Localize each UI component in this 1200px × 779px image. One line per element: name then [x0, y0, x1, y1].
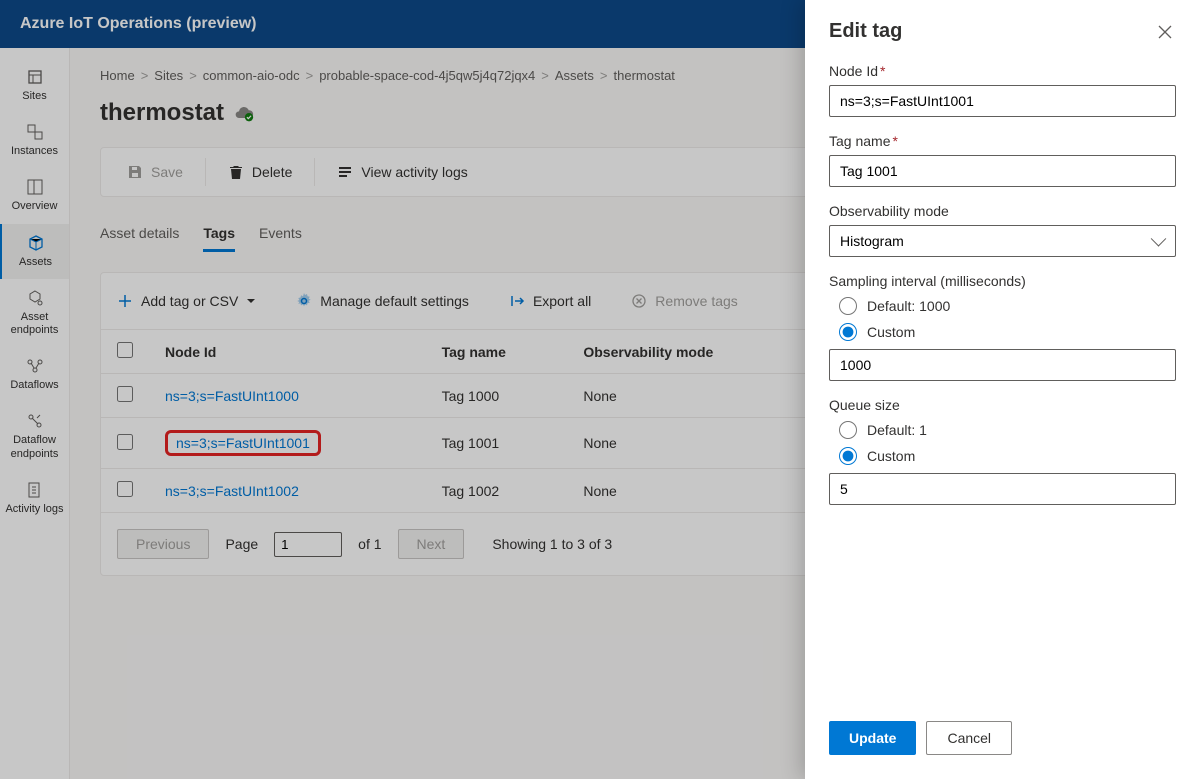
queue-custom-label: Custom — [867, 448, 915, 464]
observability-mode-label: Observability mode — [829, 203, 1176, 219]
sampling-custom-label: Custom — [867, 324, 915, 340]
close-icon — [1158, 25, 1172, 39]
sampling-default-radio[interactable] — [839, 297, 857, 315]
sampling-custom-radio[interactable] — [839, 323, 857, 341]
queue-default-radio[interactable] — [839, 421, 857, 439]
tag-name-input[interactable] — [829, 155, 1176, 187]
panel-title: Edit tag — [829, 20, 902, 43]
node-id-label: Node Id* — [829, 63, 1176, 79]
cancel-button[interactable]: Cancel — [926, 721, 1012, 755]
sampling-interval-input[interactable] — [829, 349, 1176, 381]
queue-default-label: Default: 1 — [867, 422, 927, 438]
close-button[interactable] — [1154, 21, 1176, 43]
observability-mode-select[interactable]: Histogram — [829, 225, 1176, 257]
sampling-interval-label: Sampling interval (milliseconds) — [829, 273, 1176, 289]
tag-name-label: Tag name* — [829, 133, 1176, 149]
queue-size-label: Queue size — [829, 397, 1176, 413]
edit-tag-panel: Edit tag Node Id* Tag name* Observabilit… — [805, 0, 1200, 779]
update-button[interactable]: Update — [829, 721, 916, 755]
queue-custom-radio[interactable] — [839, 447, 857, 465]
sampling-default-label: Default: 1000 — [867, 298, 950, 314]
queue-size-input[interactable] — [829, 473, 1176, 505]
node-id-input[interactable] — [829, 85, 1176, 117]
